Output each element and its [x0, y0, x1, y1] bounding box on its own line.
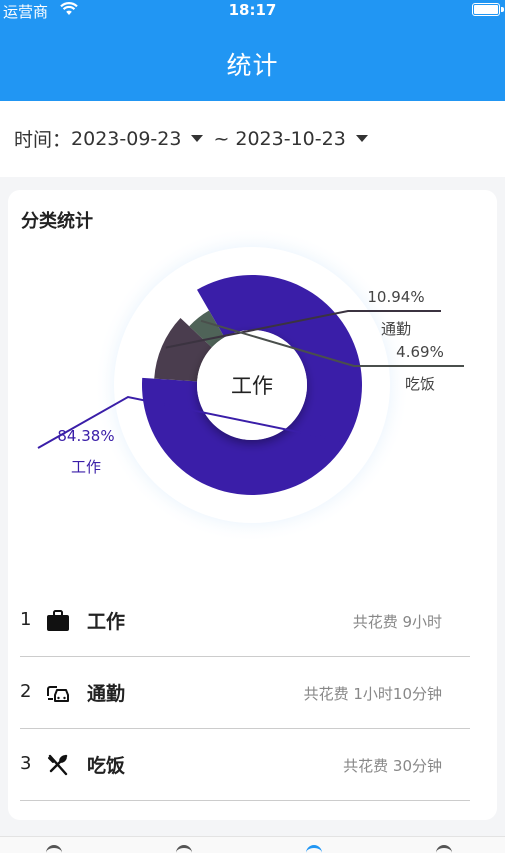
status-time: 18:17	[228, 1, 277, 19]
item-cost: 共花费 9小时	[352, 613, 442, 631]
start-date-value: 2023-09-23	[71, 127, 182, 150]
item-name: 工作	[87, 611, 126, 633]
end-date-value: 2023-10-23	[235, 127, 346, 150]
item-index: 1	[20, 609, 32, 630]
caret-down-icon	[191, 135, 204, 142]
date-separator: ~	[213, 127, 230, 150]
item-cost: 共花费 1小时10分钟	[303, 685, 442, 703]
page-title: 统计	[226, 51, 279, 80]
car-icon	[47, 686, 69, 702]
tab-icon[interactable]	[176, 845, 192, 853]
item-name: 吃饭	[87, 755, 126, 777]
tab-icon[interactable]	[46, 845, 62, 853]
bottom-tab-bar	[0, 836, 505, 853]
utensils-icon	[48, 754, 68, 776]
item-cost: 共花费 30分钟	[343, 757, 442, 775]
slice-percent-label: 10.94%	[367, 288, 424, 306]
status-bar: 运营商 18:17	[0, 0, 505, 24]
slice-category-label: 工作	[71, 458, 101, 476]
category-stats-card: 分类统计 工作 84.38% 工作 10.94% 通勤 4.69% 吃饭 1 工作 共花费	[8, 190, 497, 820]
date-range-bar: 时间： 2023-09-23 ~ 2023-10-23	[0, 101, 505, 177]
briefcase-icon	[47, 610, 69, 631]
app-bar: 运营商 18:17 统计	[0, 0, 505, 101]
item-index: 3	[20, 753, 32, 774]
tab-icon[interactable]	[306, 845, 322, 853]
caret-down-icon	[355, 135, 368, 142]
end-date-picker[interactable]: 2023-10-23	[235, 128, 377, 150]
start-date-picker[interactable]: 2023-09-23	[71, 128, 213, 150]
item-name: 通勤	[87, 683, 126, 705]
category-pie-chart: 工作 84.38% 工作 10.94% 通勤 4.69% 吃饭	[37, 227, 464, 543]
slice-category-label: 吃饭	[405, 375, 435, 393]
slice-percent-label: 4.69%	[396, 343, 444, 361]
tab-icon[interactable]	[436, 845, 452, 853]
date-range-label: 时间：	[14, 129, 72, 151]
center-label: 工作	[231, 374, 273, 398]
item-index: 2	[20, 681, 32, 702]
slice-category-label: 通勤	[381, 320, 411, 338]
category-list: 1 工作 共花费 9小时 2 通勤 共花费 1小时10分钟 3 吃饭 共花费 3…	[20, 585, 470, 801]
list-item[interactable]: 3 吃饭 共花费 30分钟	[20, 729, 470, 801]
list-item[interactable]: 2 通勤 共花费 1小时10分钟	[20, 657, 470, 729]
battery-icon	[472, 3, 504, 16]
list-item[interactable]: 1 工作 共花费 9小时	[20, 585, 470, 657]
slice-percent-label: 84.38%	[57, 427, 114, 445]
